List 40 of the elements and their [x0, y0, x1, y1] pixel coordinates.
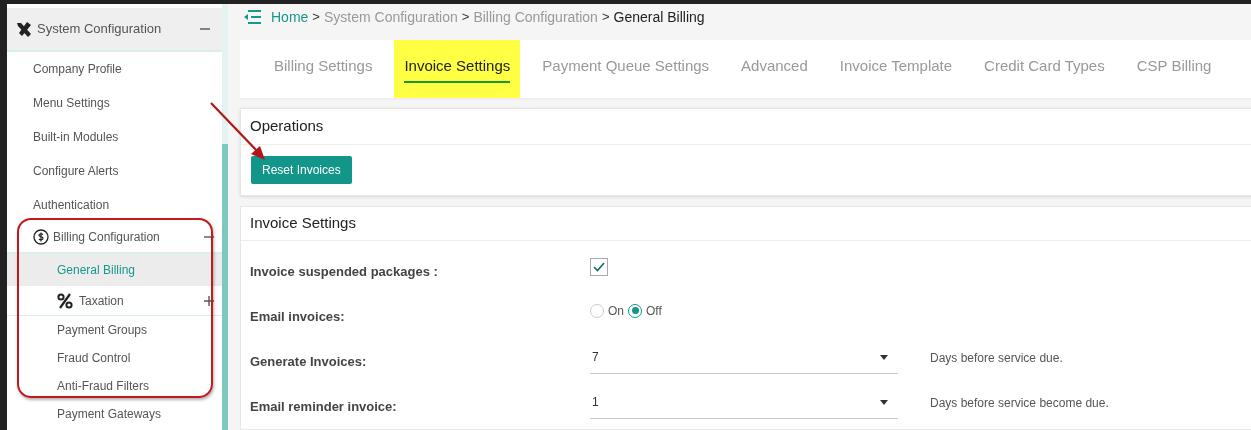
breadcrumb-current: General Billing — [613, 7, 705, 27]
field-note: Days before service due. — [930, 349, 1063, 367]
sidebar-item[interactable]: Company Profile — [7, 52, 222, 86]
sidebar-item[interactable]: Payment Gateways — [7, 400, 222, 428]
radio-option[interactable]: On — [590, 301, 624, 320]
section-title: System Configuration — [37, 20, 163, 39]
scrollbar-thumb[interactable] — [222, 144, 228, 430]
sidebar-item[interactable]: Anti-Fraud Filters — [7, 372, 222, 400]
breadcrumb-separator: > — [312, 8, 320, 27]
caret-icon — [880, 354, 888, 360]
breadcrumb-separator: > — [601, 8, 610, 27]
select-field[interactable]: 7 — [590, 341, 898, 374]
field-label: Email invoices: — [250, 307, 346, 326]
field-label: Generate Invoices: — [250, 352, 368, 371]
sidebar-item[interactable]: Built-in Modules — [7, 120, 222, 154]
dollar-circle-icon — [33, 229, 49, 245]
sidebar-item[interactable]: Taxation — [7, 286, 222, 316]
field-label: Invoice suspended packages : — [250, 262, 439, 281]
sidebar-item[interactable]: Authentication — [7, 188, 222, 222]
sidebar-item-label: Taxation — [79, 292, 125, 310]
expand-icon[interactable] — [204, 295, 214, 306]
card-title: Invoice Settings — [241, 207, 1251, 241]
breadcrumb-separator: > — [461, 8, 470, 27]
radio-option[interactable]: Off — [628, 301, 662, 320]
sidebar-section-header[interactable]: System Configuration — [7, 8, 222, 52]
reset-invoices-button[interactable]: Reset Invoices — [251, 156, 352, 184]
sidebar-item[interactable]: Configure Alerts — [7, 154, 222, 188]
field-note: Days before service become due. — [930, 394, 1109, 412]
percent-icon — [57, 292, 73, 309]
select-field[interactable]: 1 — [590, 386, 898, 419]
sidebar-group-label: Billing Configuration — [53, 229, 161, 246]
sidebar-item[interactable]: Fraud Control — [7, 344, 222, 372]
menu-collapse-icon[interactable] — [243, 10, 261, 24]
sidebar-item[interactable]: Payment Groups — [7, 316, 222, 344]
sidebar-item[interactable]: Menu Settings — [7, 86, 222, 120]
checkbox[interactable] — [590, 257, 608, 276]
caret-icon — [880, 399, 888, 405]
card-title: Operations — [241, 109, 1251, 145]
tab[interactable]: Invoice Settings — [394, 40, 521, 98]
field-label: Email reminder invoice: — [250, 397, 398, 416]
